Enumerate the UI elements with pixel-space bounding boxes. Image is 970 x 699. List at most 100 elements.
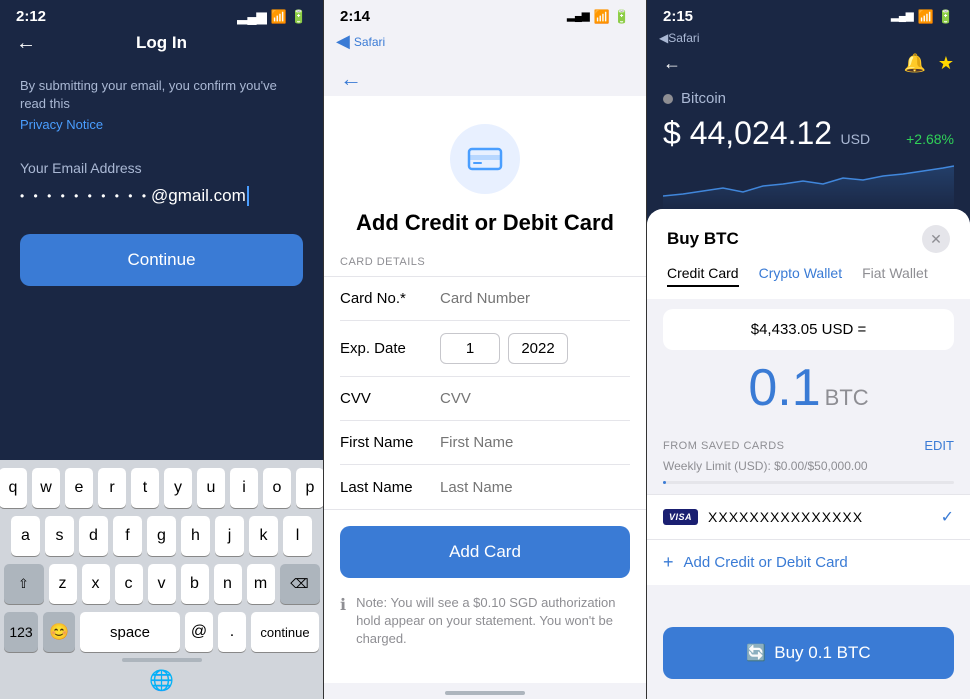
privacy-notice-link[interactable]: Privacy Notice <box>0 117 323 132</box>
key-w[interactable]: w <box>32 468 60 508</box>
cvv-input[interactable] <box>440 390 639 407</box>
add-card-row[interactable]: + Add Credit or Debit Card <box>647 540 970 585</box>
card-icon-area <box>324 96 646 210</box>
nav-bar-1: ← Log In <box>0 29 323 65</box>
close-sheet-button[interactable]: ✕ <box>922 225 950 253</box>
safari-back-button-2[interactable]: ◀ <box>336 31 350 52</box>
key-d[interactable]: d <box>79 516 108 556</box>
key-e[interactable]: e <box>65 468 93 508</box>
usd-amount-display: $4,433.05 USD = <box>663 309 954 350</box>
keyboard-row-1: q w e r t y u i o p <box>4 468 319 508</box>
key-u[interactable]: u <box>197 468 225 508</box>
key-l[interactable]: l <box>283 516 312 556</box>
buy-btn-icon: 🔄 <box>746 643 766 663</box>
sheet-tab-credit-card[interactable]: Credit Card <box>667 265 739 287</box>
btc-amount-display: 0.1BTC <box>647 350 970 430</box>
bell-icon[interactable]: 🔔 <box>903 53 925 74</box>
key-y[interactable]: y <box>164 468 192 508</box>
saved-card-item[interactable]: VISA XXXXXXXXXXXXXXX ✓ <box>647 495 970 540</box>
signal-icon-3: ▂▄▆ <box>891 11 913 22</box>
keyboard-row-2: a s d f g h j k l <box>4 516 319 556</box>
sheet-tab-fiat-wallet[interactable]: Fiat Wallet <box>862 265 928 287</box>
sheet-tab-crypto-wallet[interactable]: Crypto Wallet <box>759 265 843 287</box>
saved-cards-label: FROM SAVED CARDS <box>663 440 784 452</box>
time-2: 2:14 <box>340 8 370 25</box>
key-at[interactable]: @ <box>185 612 213 652</box>
key-c[interactable]: c <box>115 564 143 604</box>
signal-icon-2: ▂▄▆ <box>567 11 589 22</box>
signal-icon-1: ▂▄▆ <box>237 9 266 25</box>
edit-button[interactable]: EDIT <box>924 438 954 453</box>
key-r[interactable]: r <box>98 468 126 508</box>
key-emoji[interactable]: 😊 <box>43 612 75 652</box>
key-k[interactable]: k <box>249 516 278 556</box>
btc-price-row: $ 44,024.12 USD +2.68% <box>647 111 970 156</box>
back-button-1[interactable]: ← <box>16 32 36 55</box>
key-123[interactable]: 123 <box>4 612 38 652</box>
key-t[interactable]: t <box>131 468 159 508</box>
key-m[interactable]: m <box>247 564 275 604</box>
shift-key[interactable]: ⇧ <box>4 564 44 604</box>
btc-change: +2.68% <box>906 131 954 147</box>
cvv-row: CVV <box>340 377 630 421</box>
key-j[interactable]: j <box>215 516 244 556</box>
key-continue[interactable]: continue <box>251 612 319 652</box>
key-h[interactable]: h <box>181 516 210 556</box>
backspace-key[interactable]: ⌫ <box>280 564 320 604</box>
key-i[interactable]: i <box>230 468 258 508</box>
keyboard-row-4: 123 😊 space @ . continue <box>4 612 319 654</box>
status-bar-3: 2:15 ▂▄▆ 📶 🔋 <box>647 0 970 29</box>
add-card-button[interactable]: Add Card <box>340 526 630 578</box>
star-icon[interactable]: ★ <box>938 53 954 74</box>
battery-icon-2: 🔋 <box>614 9 630 25</box>
add-card-link[interactable]: Add Credit or Debit Card <box>684 554 848 571</box>
key-p[interactable]: p <box>296 468 323 508</box>
key-o[interactable]: o <box>263 468 291 508</box>
screen1-login: 2:12 ▂▄▆ 📶 🔋 ← Log In By submitting your… <box>0 0 323 699</box>
safari-back-button-3[interactable]: ◀ <box>659 31 668 45</box>
last-name-input[interactable] <box>440 479 639 496</box>
key-q[interactable]: q <box>0 468 27 508</box>
sheet-tabs: Credit Card Crypto Wallet Fiat Wallet <box>647 265 970 299</box>
email-suffix: @gmail.com <box>151 186 246 206</box>
card-form-content: Add Credit or Debit Card CARD DETAILS Ca… <box>324 96 646 683</box>
note-text: Note: You will see a $0.10 SGD authoriza… <box>356 594 630 649</box>
back-button-2[interactable]: ← <box>324 58 646 96</box>
safari-label-3: Safari <box>668 31 699 45</box>
buy-btc-button[interactable]: 🔄 Buy 0.1 BTC <box>663 627 954 679</box>
key-f[interactable]: f <box>113 516 142 556</box>
first-name-row: First Name <box>340 421 630 465</box>
back-button-3[interactable]: ← <box>663 53 681 74</box>
safari-label-2: Safari <box>354 35 385 49</box>
key-x[interactable]: x <box>82 564 110 604</box>
cards-list: VISA XXXXXXXXXXXXXXX ✓ + Add Credit or D… <box>647 494 970 585</box>
btc-price: $ 44,024.12 <box>663 115 832 151</box>
info-icon: ℹ <box>340 595 346 615</box>
note-area: ℹ Note: You will see a $0.10 SGD authori… <box>324 594 646 665</box>
card-no-label: Card No.* <box>340 290 440 307</box>
key-space[interactable]: space <box>80 612 180 652</box>
safari-bar-2: ◀ Safari <box>324 29 646 58</box>
key-n[interactable]: n <box>214 564 242 604</box>
wifi-icon-2: 📶 <box>594 9 610 25</box>
key-b[interactable]: b <box>181 564 209 604</box>
weekly-limit: Weekly Limit (USD): $0.00/$50,000.00 <box>647 457 970 481</box>
exp-year-input[interactable] <box>508 333 568 364</box>
battery-icon-1: 🔋 <box>291 9 307 25</box>
key-z[interactable]: z <box>49 564 77 604</box>
card-number-input[interactable] <box>440 290 639 307</box>
key-a[interactable]: a <box>11 516 40 556</box>
key-v[interactable]: v <box>148 564 176 604</box>
key-dot[interactable]: . <box>218 612 246 652</box>
first-name-input[interactable] <box>440 434 639 451</box>
limit-bar-fill <box>663 481 666 484</box>
key-s[interactable]: s <box>45 516 74 556</box>
nav-row-3: ← 🔔 ★ <box>647 49 970 82</box>
visa-logo: VISA <box>663 509 698 525</box>
limit-bar-background <box>663 481 954 484</box>
continue-button[interactable]: Continue <box>20 234 303 286</box>
time-3: 2:15 <box>663 8 693 25</box>
key-g[interactable]: g <box>147 516 176 556</box>
globe-icon[interactable]: 🌐 <box>149 668 174 693</box>
exp-month-input[interactable] <box>440 333 500 364</box>
